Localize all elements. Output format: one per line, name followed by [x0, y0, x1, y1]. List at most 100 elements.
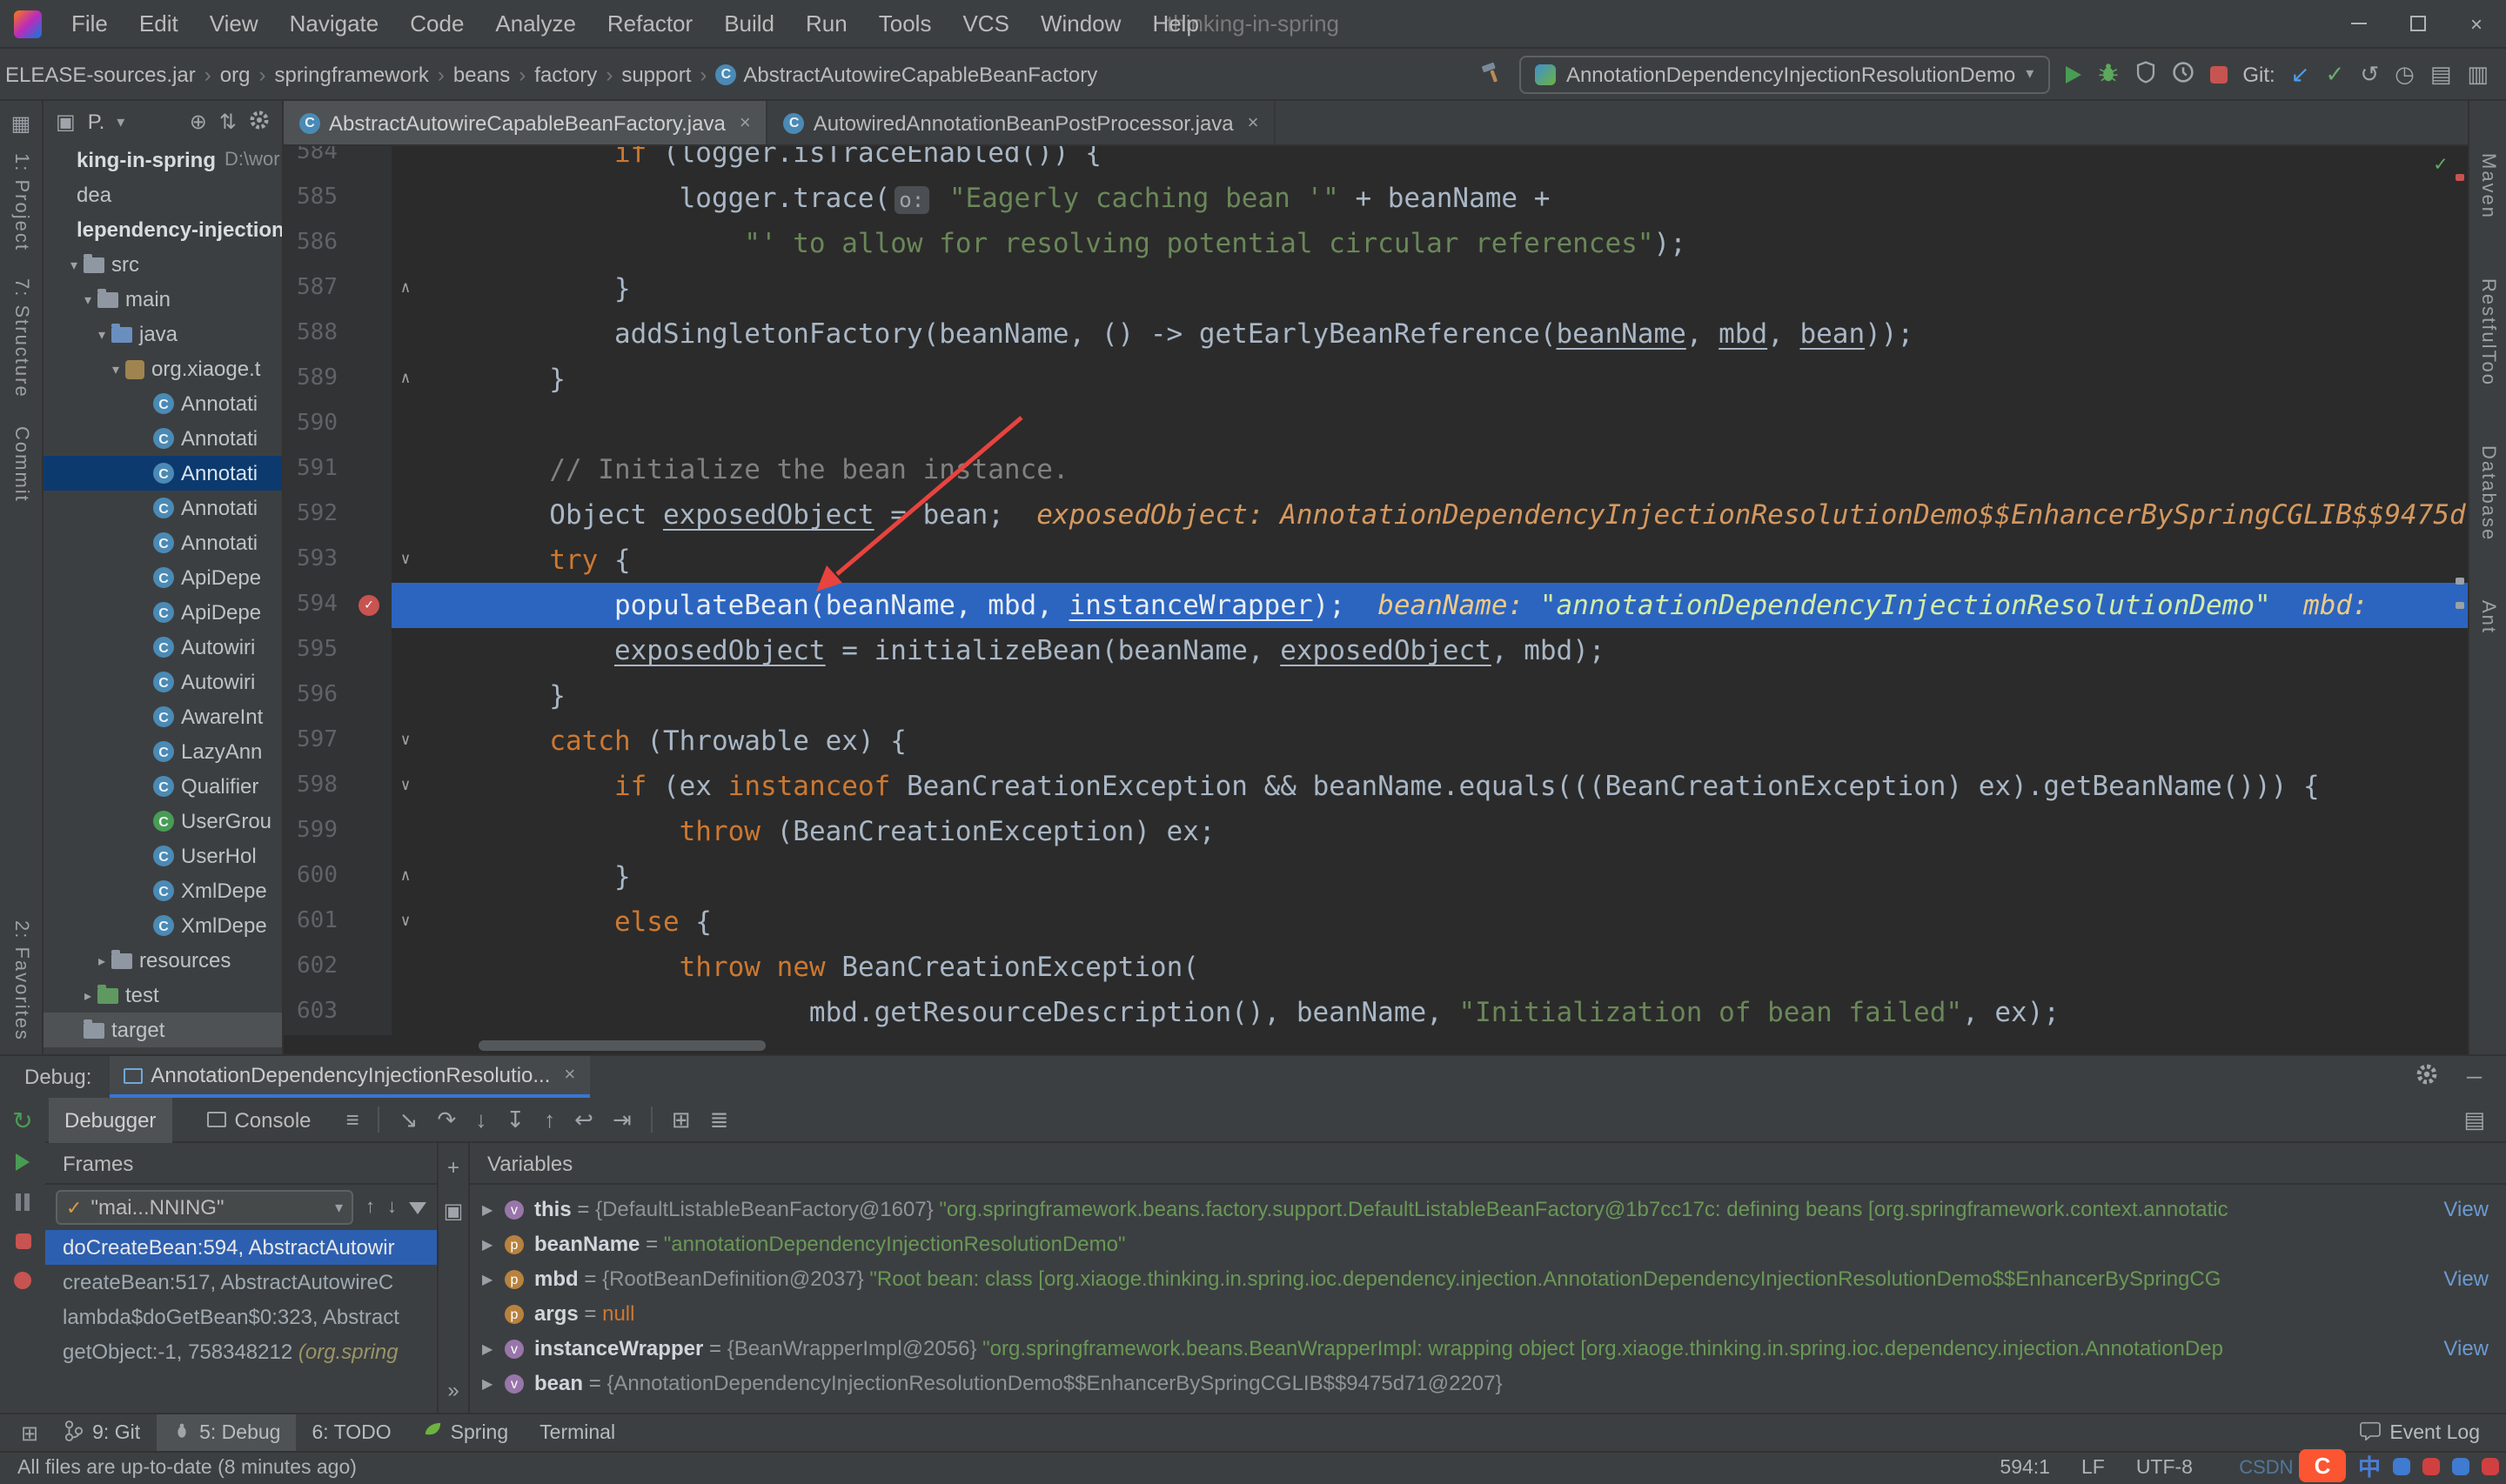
- fold-marker[interactable]: ∧: [392, 266, 419, 311]
- frame-row[interactable]: getObject:-1, 758348212 (org.spring: [45, 1334, 437, 1369]
- project-tree-item[interactable]: ▾ java: [44, 317, 282, 351]
- editor-code-line[interactable]: 591 // Initialize the bean instance.: [284, 447, 2468, 492]
- project-tree-item[interactable]: target: [44, 1013, 282, 1047]
- tree-toggle-icon[interactable]: ▸: [78, 987, 97, 1003]
- toolwindow-button-event-log[interactable]: Event Log: [2344, 1414, 2496, 1452]
- project-tree-item[interactable]: ▾ main: [44, 282, 282, 317]
- fold-marker[interactable]: ∨: [392, 764, 419, 809]
- close-tab-icon[interactable]: ×: [1248, 112, 1259, 133]
- editor-tab[interactable]: C AutowiredAnnotationBeanPostProcessor.ja…: [768, 101, 1276, 144]
- expand-icon[interactable]: ▶: [482, 1375, 505, 1391]
- project-tree-item[interactable]: C Autowiri: [44, 630, 282, 665]
- project-tree-item[interactable]: C Annotati: [44, 421, 282, 456]
- expand-icon[interactable]: ▶: [482, 1201, 505, 1217]
- variable-row[interactable]: ▶ v instanceWrapper = {BeanWrapperImpl@205…: [470, 1331, 2506, 1366]
- editor-code-line[interactable]: 596 }: [284, 673, 2468, 719]
- project-tree-item[interactable]: ▸ resources: [44, 943, 282, 978]
- error-stripe-mark[interactable]: [2456, 174, 2464, 181]
- breakpoint-icon[interactable]: ✓: [358, 595, 379, 616]
- toolwindow-anchor-icon[interactable]: ⊞: [10, 1420, 49, 1445]
- editor-code-line[interactable]: 597 ∨ catch (Throwable ex) {: [284, 719, 2468, 764]
- stripe-button-database[interactable]: Database: [2477, 445, 2498, 541]
- project-tree-item[interactable]: dea: [44, 177, 282, 212]
- project-tree-item[interactable]: ▾ src: [44, 247, 282, 282]
- tree-toggle-icon[interactable]: ▾: [92, 326, 111, 342]
- view-link[interactable]: View: [2443, 1197, 2489, 1221]
- frame-row[interactable]: lambda$doGetBean$0:323, Abstract: [45, 1300, 437, 1334]
- expand-icon[interactable]: ▶: [482, 1340, 505, 1356]
- editor-code-line[interactable]: 603 mbd.getResourceDescription(), beanNa…: [284, 990, 2468, 1035]
- project-tree-item[interactable]: ▸ test: [44, 978, 282, 1013]
- breadcrumb-item[interactable]: ELEASE-sources.jar: [5, 62, 196, 86]
- pause-button[interactable]: [16, 1193, 30, 1211]
- project-view-selector[interactable]: P.: [88, 110, 105, 134]
- editor-code-line[interactable]: 599 throw (BeanCreationException) ex;: [284, 809, 2468, 854]
- inspections-ok-icon[interactable]: ✓: [2435, 151, 2447, 176]
- stripe-button-commit[interactable]: Commit: [10, 427, 31, 504]
- project-tree-item[interactable]: C Autowiri: [44, 665, 282, 699]
- filter-frames-icon[interactable]: [409, 1201, 426, 1213]
- tab-debugger[interactable]: Debugger: [49, 1097, 172, 1142]
- debug-session-tab[interactable]: AnnotationDependencyInjectionResolutio..…: [109, 1056, 590, 1098]
- step-into-icon[interactable]: ↓: [475, 1106, 486, 1133]
- project-tree-item[interactable]: C Annotati: [44, 386, 282, 421]
- tree-toggle-icon[interactable]: ▾: [78, 291, 97, 307]
- stripe-button-1-project[interactable]: 1: Project: [10, 153, 31, 251]
- toolwindow-button-terminal[interactable]: Terminal: [524, 1414, 631, 1452]
- stripe-button-2-favorites[interactable]: 2: Favorites: [10, 919, 31, 1040]
- rerun-button[interactable]: ↻: [12, 1108, 32, 1133]
- fold-marker[interactable]: ∨: [392, 719, 419, 764]
- force-step-into-icon[interactable]: ↧: [506, 1106, 525, 1133]
- chevron-down-icon[interactable]: ▾: [117, 112, 124, 131]
- maximize-button[interactable]: [2388, 0, 2447, 48]
- toolwindow-button-5-debug[interactable]: 5: Debug: [156, 1414, 297, 1452]
- frame-row[interactable]: createBean:517, AbstractAutowireC: [45, 1265, 437, 1300]
- variable-row[interactable]: ▶ v bean = {AnnotationDependencyInjectionR…: [470, 1366, 2506, 1400]
- breadcrumb-item[interactable]: support: [621, 62, 691, 86]
- editor-code-line[interactable]: 600 ∧ }: [284, 854, 2468, 899]
- code-editor[interactable]: 584 if (logger.isTraceEnabled()) {585 lo…: [284, 146, 2468, 1054]
- editor-code-line[interactable]: 595 exposedObject = initializeBean(beanN…: [284, 628, 2468, 673]
- expand-strip-icon[interactable]: »: [447, 1378, 459, 1402]
- stripe-button-maven[interactable]: Maven: [2477, 153, 2498, 219]
- expand-icon[interactable]: ▶: [482, 1236, 505, 1252]
- drop-frame-icon[interactable]: ↩: [574, 1106, 593, 1133]
- tab-console[interactable]: Console: [191, 1097, 326, 1142]
- profiler-button[interactable]: [2171, 60, 2194, 88]
- show-execution-point-icon[interactable]: ↘: [399, 1106, 419, 1133]
- close-tab-icon[interactable]: ×: [564, 1065, 575, 1086]
- tree-toggle-icon[interactable]: ▸: [92, 953, 111, 968]
- fold-marker[interactable]: ∧: [392, 357, 419, 402]
- editor-code-line[interactable]: 602 throw new BeanCreationException(: [284, 945, 2468, 990]
- menu-view[interactable]: View: [194, 10, 274, 37]
- view-link[interactable]: View: [2443, 1267, 2489, 1291]
- editor-code-line[interactable]: 590: [284, 402, 2468, 447]
- menu-code[interactable]: Code: [394, 10, 479, 37]
- menu-edit[interactable]: Edit: [124, 10, 194, 37]
- stripe-mark[interactable]: [2456, 578, 2464, 585]
- line-separator[interactable]: LF: [2081, 1458, 2105, 1479]
- evaluate-expression-icon[interactable]: ⊞: [672, 1106, 691, 1133]
- project-tree-item[interactable]: C Qualifier: [44, 769, 282, 804]
- stop-button[interactable]: [2209, 65, 2228, 83]
- menu-analyze[interactable]: Analyze: [479, 10, 592, 37]
- collapse-all-icon[interactable]: ⇅: [219, 110, 237, 134]
- view-link[interactable]: View: [2443, 1336, 2489, 1360]
- next-frame-icon[interactable]: ↓: [387, 1197, 397, 1218]
- fold-marker[interactable]: ∨: [392, 538, 419, 583]
- editor-code-line[interactable]: 594 ✓ populateBean(beanName, mbd, instanc…: [284, 583, 2468, 628]
- menu-navigate[interactable]: Navigate: [274, 10, 395, 37]
- step-over-icon[interactable]: ↷: [438, 1106, 457, 1133]
- git-update-button[interactable]: ↙: [2291, 60, 2310, 88]
- editor-code-line[interactable]: 589 ∧ }: [284, 357, 2468, 402]
- variable-row[interactable]: p args = null: [470, 1296, 2506, 1331]
- editor-code-line[interactable]: 587 ∧ }: [284, 266, 2468, 311]
- thread-selector[interactable]: ✓ "mai...NNING" ▾: [56, 1190, 353, 1225]
- breadcrumb-item[interactable]: factory: [534, 62, 597, 86]
- run-config-select[interactable]: AnnotationDependencyInjectionResolutionD…: [1518, 55, 2050, 93]
- project-tree-item[interactable]: C Annotati: [44, 491, 282, 525]
- editor-tab[interactable]: C AbstractAutowireCapableBeanFactory.java…: [284, 101, 768, 144]
- view-breakpoints-button[interactable]: [14, 1272, 31, 1289]
- breadcrumb-item[interactable]: org: [220, 62, 251, 86]
- editor-code-line[interactable]: 593 ∨ try {: [284, 538, 2468, 583]
